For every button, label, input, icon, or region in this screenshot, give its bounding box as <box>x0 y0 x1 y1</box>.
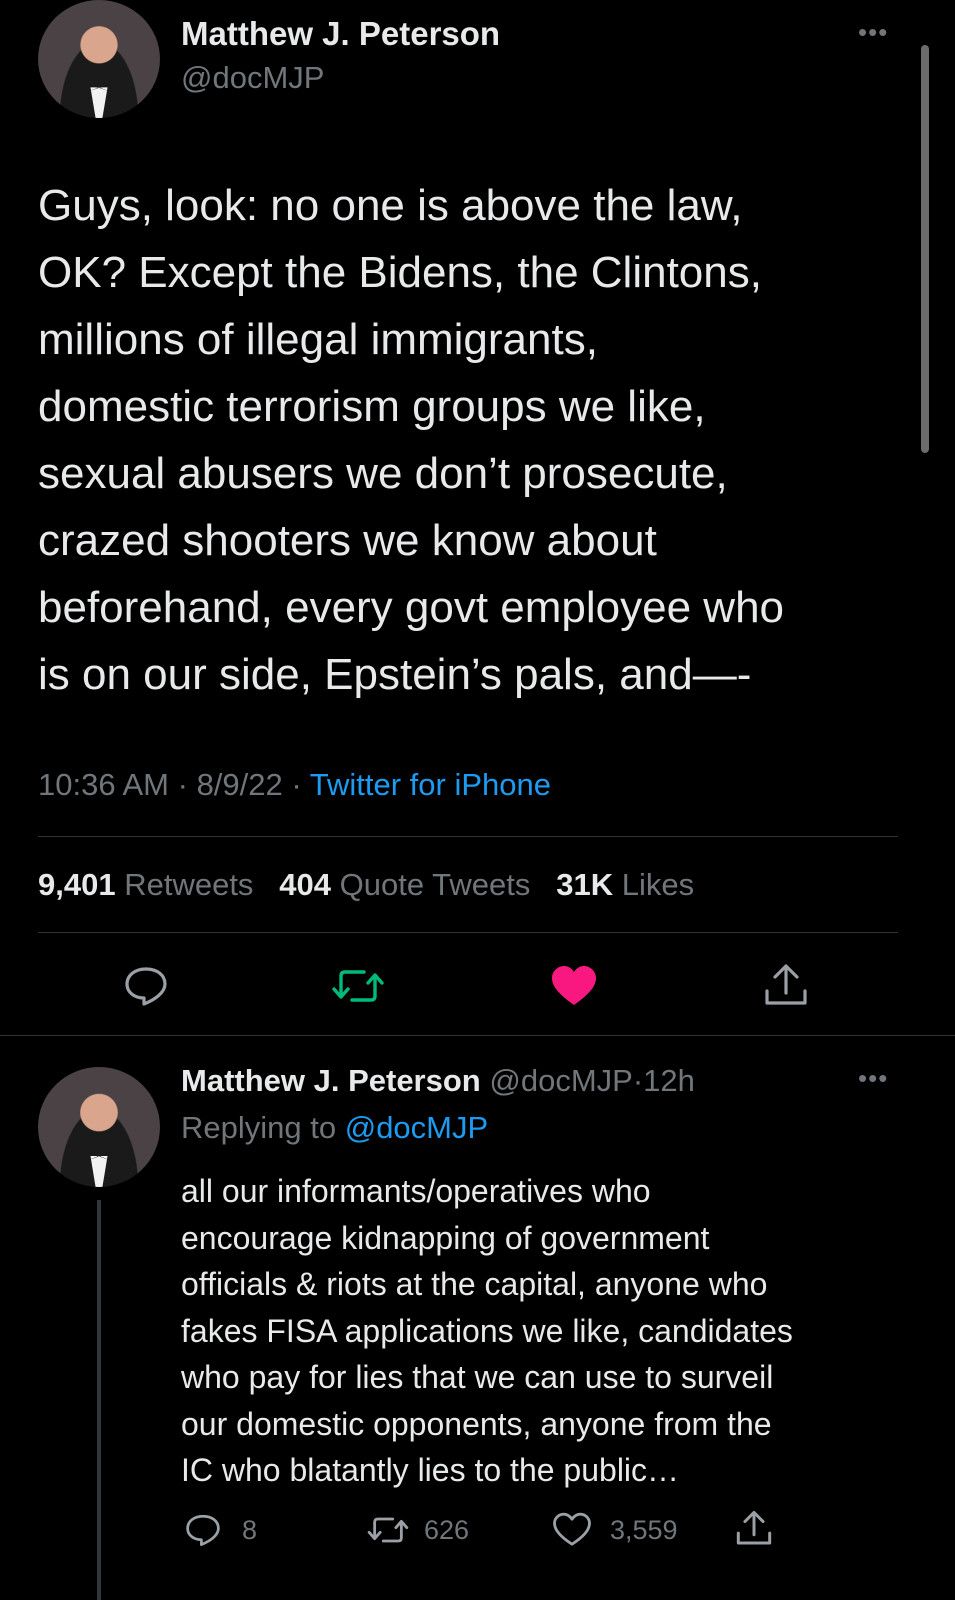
quotes-label: Quote Tweets <box>339 867 531 902</box>
tweet-text-line: Guys, look: no one is above the law, <box>38 181 743 230</box>
reply-tweet-more-dots-icon[interactable]: ••• <box>858 1065 888 1091</box>
meta-separator: · <box>177 767 188 802</box>
tweet-text-line: encourage kidnapping of government <box>181 1219 710 1256</box>
reply-tweet-avatar[interactable] <box>38 1067 160 1187</box>
reply-icon[interactable] <box>123 965 169 1007</box>
main-tweet-more-dots-icon[interactable]: ••• <box>858 19 888 45</box>
retweet-icon[interactable] <box>330 966 386 1006</box>
retweets-stat[interactable]: 9,401 Retweets <box>38 867 262 902</box>
retweet-icon <box>366 1514 410 1546</box>
heart-icon <box>552 1512 592 1548</box>
reply-author-handle[interactable]: @docMJP <box>489 1063 632 1098</box>
reply-action-like[interactable]: 3,559 <box>552 1512 678 1548</box>
tweet-text-line: all our informants/operatives who <box>181 1173 651 1209</box>
tweet-text-line: domestic terrorism groups we like, <box>38 382 706 431</box>
main-tweet-stats: 9,401 Retweets 404 Quote Tweets 31K Like… <box>38 867 694 903</box>
retweet-count: 626 <box>424 1514 470 1545</box>
reply-icon <box>184 1513 222 1547</box>
main-tweet-time: 10:36 AM <box>38 767 169 802</box>
scrollbar-thumb[interactable] <box>921 45 929 453</box>
main-tweet-author-handle[interactable]: @docMJP <box>181 60 324 96</box>
reply-count: 8 <box>242 1514 258 1545</box>
share-icon[interactable] <box>763 963 809 1009</box>
header-separator: · <box>632 1063 644 1098</box>
main-tweet-avatar[interactable] <box>38 0 160 118</box>
tweet-text-line: millions of illegal immigrants, <box>38 315 598 364</box>
likes-stat[interactable]: 31K Likes <box>556 867 694 902</box>
tweet-text-line: sexual abusers we don’t prosecute, <box>38 449 728 498</box>
main-tweet-author-name[interactable]: Matthew J. Peterson <box>181 15 500 53</box>
replying-to-label: Replying to <box>181 1110 337 1145</box>
reply-author-name[interactable]: Matthew J. Peterson <box>181 1063 481 1098</box>
main-tweet-meta: 10:36 AM · 8/9/22 · Twitter for iPhone <box>38 767 551 803</box>
reply-tweet-header: Matthew J. Peterson @docMJP·12h <box>181 1063 695 1099</box>
divider <box>38 836 898 837</box>
tweet-text-line: who pay for lies that we can use to surv… <box>181 1359 774 1395</box>
tweet-text-line: is on our side, Epstein’s pals, and—- <box>38 650 752 699</box>
share-icon[interactable] <box>735 1510 773 1548</box>
like-icon[interactable] <box>550 965 598 1007</box>
reply-action-retweet[interactable]: 626 <box>366 1512 469 1548</box>
reply-tweet-text: all our informants/operatives who encoura… <box>181 1168 901 1494</box>
divider <box>0 1035 955 1036</box>
replying-to-handle-link[interactable]: @docMJP <box>345 1110 488 1145</box>
like-count: 3,559 <box>610 1514 678 1545</box>
avatar-shirt <box>90 1155 108 1187</box>
reply-age[interactable]: 12h <box>643 1063 695 1098</box>
replying-to: Replying to @docMJP <box>181 1110 488 1146</box>
tweet-text-line: beforehand, every govt employee who <box>38 583 785 632</box>
tweet-text-line: officials & riots at the capital, anyone… <box>181 1266 768 1302</box>
retweets-label: Retweets <box>124 867 254 902</box>
quotes-count: 404 <box>279 867 332 902</box>
retweets-count: 9,401 <box>38 867 116 902</box>
likes-label: Likes <box>621 867 695 902</box>
tweet-text-line: OK? Except the Bidens, the Clintons, <box>38 248 762 297</box>
meta-separator: · <box>291 767 302 802</box>
tweet-text-line: our domestic opponents, anyone from the <box>181 1405 772 1442</box>
quote-tweets-stat[interactable]: 404 Quote Tweets <box>279 867 539 902</box>
avatar-shirt <box>90 87 108 118</box>
tweet-text-line: crazed shooters we know about <box>38 516 657 565</box>
main-tweet-date: 8/9/22 <box>196 767 283 802</box>
tweet-text-line: IC who blatantly lies to the public… <box>181 1452 680 1488</box>
reply-action-reply[interactable]: 8 <box>184 1512 257 1548</box>
likes-count: 31K <box>556 867 614 902</box>
divider <box>38 932 898 933</box>
main-tweet-source-link[interactable]: Twitter for iPhone <box>310 767 551 802</box>
tweet-text-line: fakes FISA applications we like, candida… <box>181 1312 793 1349</box>
main-tweet-text: Guys, look: no one is above the law, OK? … <box>38 172 918 708</box>
thread-line <box>97 1200 101 1600</box>
